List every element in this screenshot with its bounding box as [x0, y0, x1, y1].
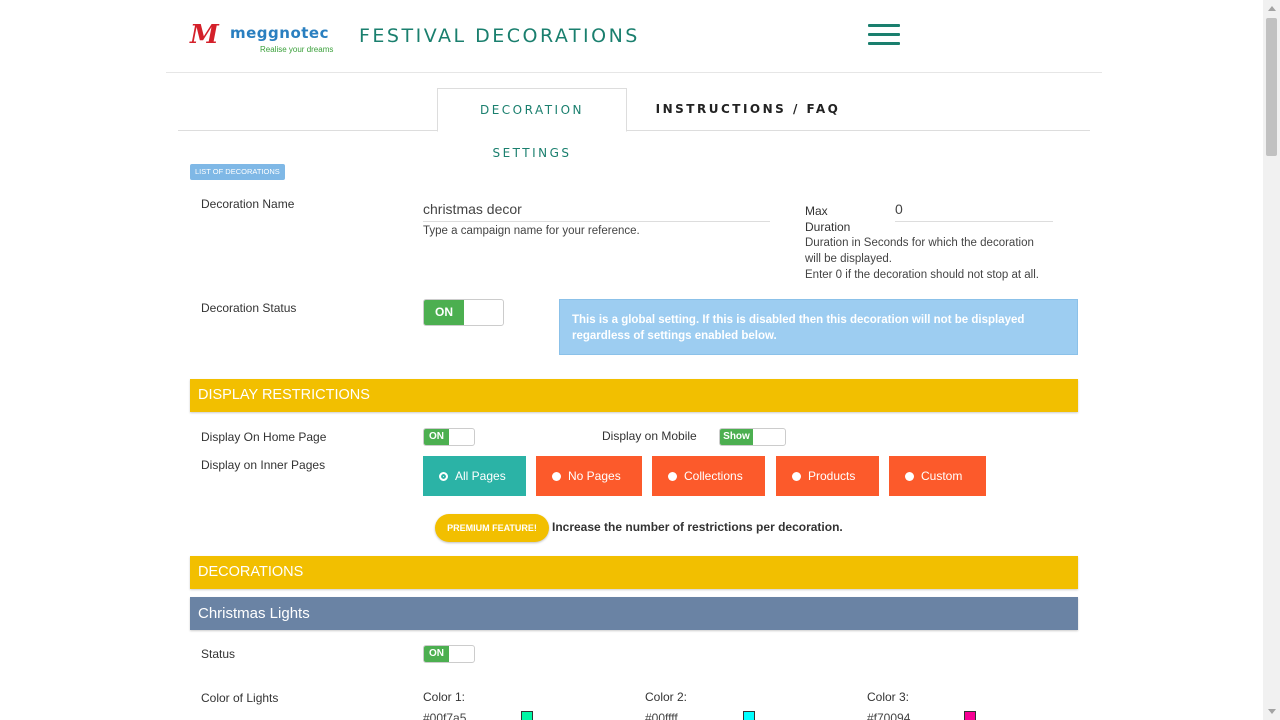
decoration-name-help: Type a campaign name for your reference.: [423, 225, 640, 237]
mobile-label: Display on Mobile: [602, 429, 697, 443]
color-2-label: Color 2:: [645, 690, 688, 704]
logo-mark: M: [190, 20, 219, 50]
display-restrictions-header: DISPLAY RESTRICTIONS: [190, 379, 1078, 412]
radio-label: No Pages: [568, 469, 621, 483]
radio-custom[interactable]: Custom: [889, 456, 986, 496]
radio-label: All Pages: [455, 469, 506, 483]
decorations-header: DECORATIONS: [190, 556, 1078, 589]
scroll-down-icon[interactable]: [1268, 709, 1276, 714]
color-2-hex-input[interactable]: #00ffff: [645, 710, 678, 720]
toggle-show-label: Show: [720, 429, 753, 445]
radio-all-pages[interactable]: All Pages: [423, 456, 526, 496]
max-duration-input[interactable]: 0: [895, 199, 1053, 222]
brand-name: meggnotec: [230, 24, 329, 42]
radio-collections[interactable]: Collections: [652, 456, 765, 496]
radio-label: Collections: [684, 469, 743, 483]
tab-instructions-faq[interactable]: INSTRUCTIONS / FAQ: [648, 88, 848, 131]
max-duration-label-line2: Duration: [805, 220, 851, 234]
home-page-toggle[interactable]: ON: [423, 428, 475, 446]
info-line-2: regardless of settings enabled below.: [572, 330, 777, 342]
color-3-label: Color 3:: [867, 690, 910, 704]
hamburger-menu-icon[interactable]: [868, 24, 900, 46]
tab-bar: DECORATION SETTINGS INSTRUCTIONS / FAQ: [178, 88, 1090, 160]
color-3-hex-input[interactable]: #f70094: [867, 710, 910, 720]
max-duration-help-line1: Duration in Seconds for which the decora…: [805, 237, 1034, 249]
radio-dot-icon: [439, 472, 448, 481]
color-1-hex-input[interactable]: #00f7a5: [423, 710, 466, 720]
list-of-decorations-button[interactable]: LIST OF DECORATIONS: [190, 164, 285, 180]
mobile-toggle[interactable]: Show: [719, 428, 786, 446]
toggle-on-label: ON: [424, 646, 449, 662]
decoration-name-label: Decoration Name: [201, 197, 295, 211]
home-page-label: Display On Home Page: [201, 430, 327, 444]
premium-feature-badge[interactable]: PREMIUM FEATURE!: [435, 514, 549, 542]
toggle-on-label: ON: [424, 300, 464, 325]
color-of-lights-label: Color of Lights: [201, 691, 279, 705]
color-1-swatch[interactable]: [521, 711, 533, 720]
toggle-on-label: ON: [424, 429, 449, 445]
max-duration-label-line1: Max: [805, 204, 828, 218]
app-title: FESTIVAL DECORATIONS: [359, 25, 640, 47]
radio-label: Custom: [921, 469, 963, 483]
radio-no-pages[interactable]: No Pages: [536, 456, 642, 496]
tab-decoration-settings[interactable]: DECORATION SETTINGS: [437, 88, 627, 160]
global-setting-info-box: This is a global setting. If this is dis…: [559, 299, 1078, 355]
decoration-name-input[interactable]: christmas decor: [423, 199, 770, 222]
brand-logo[interactable]: M meggnotec Realise your dreams: [190, 22, 350, 58]
inner-pages-label: Display on Inner Pages: [201, 458, 326, 472]
page-scrollbar[interactable]: [1263, 0, 1280, 720]
color-3-swatch[interactable]: [964, 711, 976, 720]
lights-status-toggle[interactable]: ON: [423, 645, 475, 663]
christmas-lights-header[interactable]: Christmas Lights: [190, 597, 1078, 630]
max-duration-help-line2: will be displayed.: [805, 253, 892, 265]
scroll-thumb[interactable]: [1266, 18, 1277, 156]
brand-tagline: Realise your dreams: [260, 45, 334, 54]
decoration-status-toggle[interactable]: ON: [423, 299, 504, 326]
radio-dot-icon: [552, 472, 561, 481]
radio-products[interactable]: Products: [776, 456, 879, 496]
scroll-up-icon[interactable]: [1268, 6, 1276, 11]
radio-dot-icon: [905, 472, 914, 481]
radio-dot-icon: [792, 472, 801, 481]
color-1-label: Color 1:: [423, 690, 466, 704]
lights-status-label: Status: [201, 647, 236, 661]
premium-feature-text: Increase the number of restrictions per …: [552, 520, 843, 534]
info-line-1: This is a global setting. If this is dis…: [572, 314, 1025, 326]
decoration-status-label: Decoration Status: [201, 301, 297, 315]
radio-dot-icon: [668, 472, 677, 481]
app-header: M meggnotec Realise your dreams FESTIVAL…: [166, 0, 1102, 73]
radio-label: Products: [808, 469, 856, 483]
max-duration-help-line3: Enter 0 if the decoration should not sto…: [805, 269, 1039, 281]
color-2-swatch[interactable]: [743, 711, 755, 720]
